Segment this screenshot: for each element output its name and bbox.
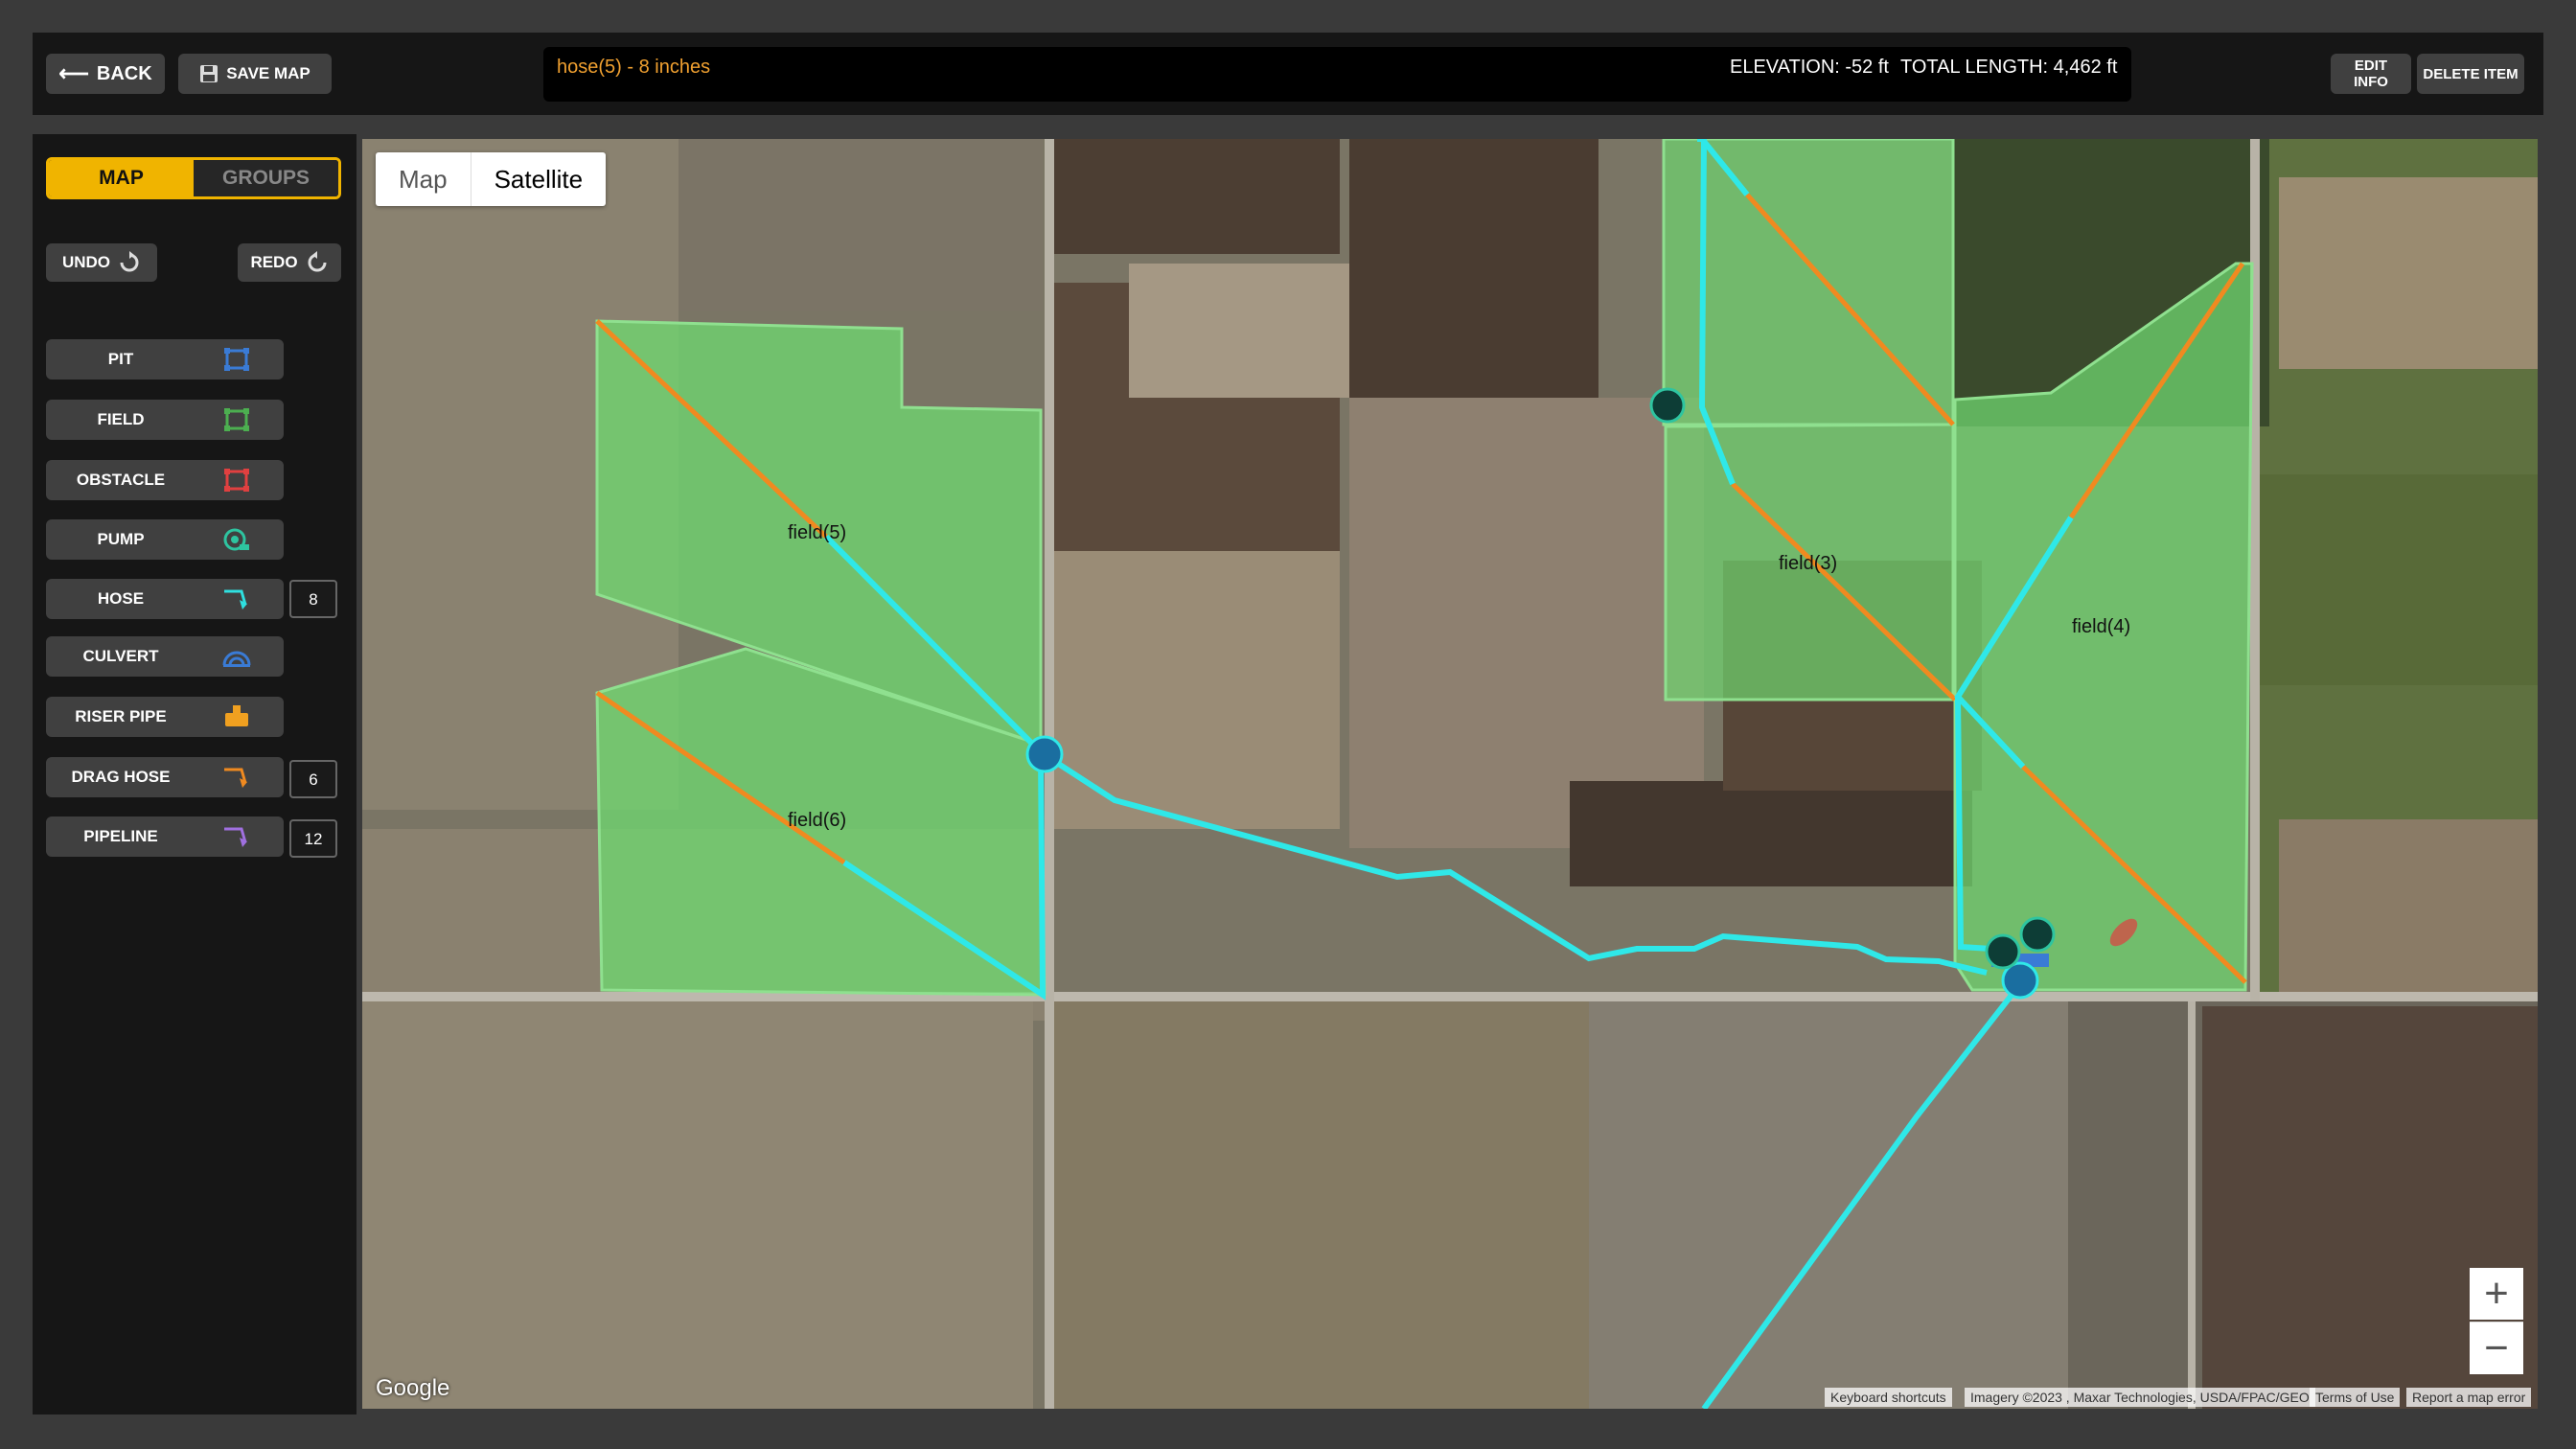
drag-hose-icon xyxy=(224,768,247,788)
tab-map[interactable]: MAP xyxy=(49,160,194,196)
selected-item-label: hose(5) - 8 inches xyxy=(557,57,711,78)
google-logo: Google xyxy=(376,1375,450,1401)
tool-culvert[interactable]: CULVERT xyxy=(46,636,284,677)
terms-of-use-link[interactable]: Terms of Use xyxy=(2310,1388,2401,1407)
culvert-icon xyxy=(222,651,251,667)
delete-item-button[interactable]: DELETE ITEM xyxy=(2417,54,2524,94)
total-length-readout: TOTAL LENGTH: 4,462 ft xyxy=(1900,57,2118,78)
drag-hose-size-input[interactable]: 6 xyxy=(289,760,337,798)
tool-drag-hose[interactable]: DRAG HOSE xyxy=(46,757,284,797)
tool-obstacle[interactable]: OBSTACLE xyxy=(46,460,284,500)
undo-icon xyxy=(120,251,139,272)
edit-info-button[interactable]: EDIT INFO xyxy=(2331,54,2411,94)
riser-pipe-icon xyxy=(225,705,248,726)
selection-info-bar: hose(5) - 8 inches ELEVATION: -52 ft TOT… xyxy=(543,47,2131,102)
map-type-map[interactable]: Map xyxy=(376,152,471,206)
satellite-imagery[interactable] xyxy=(362,139,2538,1409)
map-type-control: Map Satellite xyxy=(376,152,607,206)
redo-icon xyxy=(308,251,327,272)
tool-pump[interactable]: PUMP xyxy=(46,519,284,560)
pit-icon xyxy=(224,348,249,371)
tab-groups[interactable]: GROUPS xyxy=(194,160,338,196)
redo-button[interactable]: REDO xyxy=(238,243,341,282)
save-icon xyxy=(200,65,218,82)
field-label: field(3) xyxy=(1779,553,1838,574)
pump-icon xyxy=(223,528,249,551)
pipeline-icon xyxy=(224,827,247,847)
tool-pit[interactable]: PIT xyxy=(46,339,284,380)
obstacle-icon xyxy=(224,469,249,492)
arrow-left-icon: ⟵ xyxy=(58,61,89,85)
field-label: field(6) xyxy=(788,810,847,831)
tool-riser-pipe[interactable]: RISER PIPE xyxy=(46,697,284,737)
back-button[interactable]: ⟵ BACK xyxy=(46,54,165,94)
hose-icon xyxy=(224,589,247,610)
field-label: field(4) xyxy=(2072,616,2131,637)
tool-pipeline[interactable]: PIPELINE xyxy=(46,816,284,857)
field-icon xyxy=(224,408,249,431)
save-map-button[interactable]: SAVE MAP xyxy=(178,54,332,94)
pipeline-size-input[interactable]: 12 xyxy=(289,819,337,858)
field-label: field(5) xyxy=(788,522,847,543)
map-canvas[interactable]: Map Satellite field(5) field(6) field(3)… xyxy=(362,139,2538,1409)
elevation-readout: ELEVATION: -52 ft xyxy=(1730,57,1889,78)
map-type-satellite[interactable]: Satellite xyxy=(470,152,607,206)
zoom-out-button[interactable]: − xyxy=(2470,1322,2523,1374)
keyboard-shortcuts-link[interactable]: Keyboard shortcuts xyxy=(1825,1388,1952,1407)
hose-size-input[interactable]: 8 xyxy=(289,580,337,618)
undo-button[interactable]: UNDO xyxy=(46,243,157,282)
tool-hose[interactable]: HOSE xyxy=(46,579,284,619)
imagery-attribution: Imagery ©2023 , Maxar Technologies, USDA… xyxy=(1965,1388,2315,1407)
view-toggle: MAP GROUPS xyxy=(46,157,341,199)
report-map-error-link[interactable]: Report a map error xyxy=(2406,1388,2532,1407)
tool-field[interactable]: FIELD xyxy=(46,400,284,440)
zoom-in-button[interactable]: + xyxy=(2470,1268,2523,1320)
